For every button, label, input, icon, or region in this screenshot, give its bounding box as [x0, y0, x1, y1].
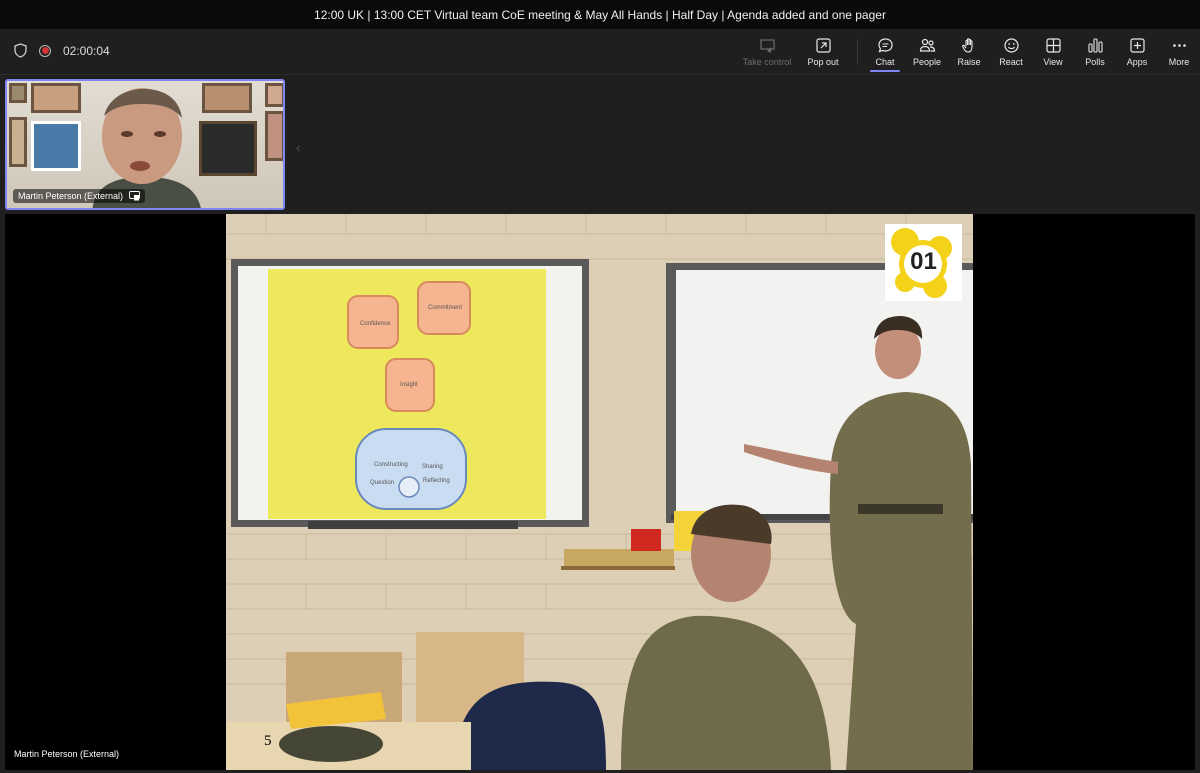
wall-frame: [9, 117, 27, 167]
meeting-timer: 02:00:04: [63, 43, 110, 58]
slide-word-reflecting: Reflecting: [423, 478, 450, 484]
shared-photo-illustration: [226, 214, 973, 770]
slide-word-commitment: Commitment: [428, 305, 463, 311]
pop-out-button[interactable]: Pop out: [795, 29, 851, 75]
window-title-bar: 12:00 UK | 13:00 CET Virtual team CoE me…: [0, 0, 1200, 29]
carousel-left-chevron-icon[interactable]: ‹: [296, 140, 300, 155]
more-icon: [1172, 44, 1186, 47]
meeting-title: 12:00 UK | 13:00 CET Virtual team CoE me…: [314, 7, 886, 22]
recording-icon: [39, 44, 51, 57]
apps-button[interactable]: Apps: [1116, 29, 1158, 75]
people-icon: [919, 38, 935, 52]
wall-frame: [265, 111, 283, 161]
wall-frame: [265, 83, 283, 107]
participant-video-tile[interactable]: Martin Peterson (External): [5, 79, 285, 210]
toolbar-actions: Take control Pop out Chat People Raise R…: [739, 29, 1200, 75]
react-button[interactable]: React: [990, 29, 1032, 75]
shared-content-presenter-name: Martin Peterson (External): [14, 749, 120, 759]
screen-share-icon: [129, 191, 140, 201]
slide-word-sharing: Sharing: [422, 464, 443, 470]
grid-view-icon: [1045, 38, 1061, 53]
emoji-icon: [1003, 38, 1019, 53]
meeting-status: 02:00:04: [14, 43, 110, 58]
add-apps-icon: [1129, 38, 1145, 53]
wall-frame: [9, 83, 27, 103]
polls-button[interactable]: Polls: [1074, 29, 1116, 75]
chat-button[interactable]: Chat: [864, 29, 906, 75]
take-control-button[interactable]: Take control: [739, 29, 795, 75]
take-control-icon: [759, 39, 775, 53]
badge-number: 01: [910, 248, 937, 275]
participant-name-tag: Martin Peterson (External): [13, 189, 146, 203]
polls-icon: [1087, 38, 1103, 53]
badge-logo: 01: [885, 224, 962, 301]
wall-frame: [31, 121, 81, 171]
toolbar-divider: [857, 39, 858, 65]
shared-content-area: Confidence Commitment Insight Constructi…: [5, 214, 1195, 770]
page-number: 5: [264, 733, 272, 749]
participant-name: Martin Peterson (External): [18, 191, 124, 201]
slide-word-insight: Insight: [400, 382, 418, 388]
wall-frame: [199, 121, 257, 176]
raise-hand-button[interactable]: Raise: [948, 29, 990, 75]
chat-icon: [877, 38, 893, 53]
meeting-toolbar: 02:00:04 Take control Pop out Chat Peopl…: [0, 29, 1200, 75]
wall-frame: [31, 83, 81, 113]
slide-word-question: Question: [370, 480, 395, 486]
slide-word-confidence: Confidence: [360, 321, 391, 327]
pop-out-icon: [815, 38, 831, 53]
shared-photo: Confidence Commitment Insight Constructi…: [226, 214, 973, 770]
wall-frame: [202, 83, 252, 113]
slide-word-constructing: Constructing: [374, 462, 408, 468]
raise-hand-icon: [961, 38, 973, 53]
shield-icon[interactable]: [14, 43, 27, 58]
view-button[interactable]: View: [1032, 29, 1074, 75]
people-button[interactable]: People: [906, 29, 948, 75]
more-button[interactable]: More: [1158, 29, 1200, 75]
meeting-stage: Martin Peterson (External) ‹ Confidence …: [0, 76, 1200, 773]
